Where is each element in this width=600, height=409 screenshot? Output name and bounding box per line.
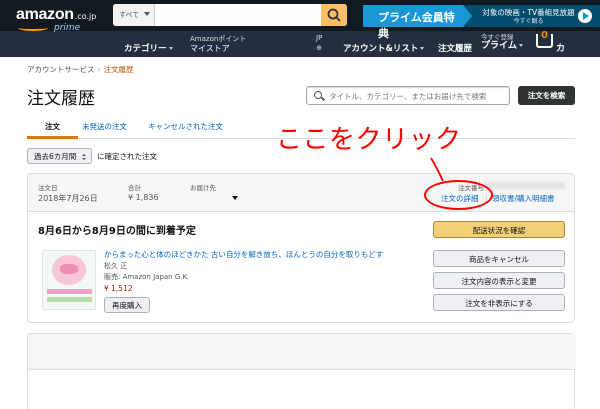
logo-prime-text: prime	[54, 23, 81, 33]
prime-banner[interactable]: プライム会員特典 対象の映画・TV番組見放題 今すぐ観る	[363, 5, 600, 40]
nav-points[interactable]: Amazonポイント マイストア	[190, 34, 246, 54]
prime-banner-text: 対象の映画・TV番組見放題 今すぐ観る	[482, 8, 575, 25]
delivery-status: 8月6日から8月9日の間に到着予定	[38, 226, 196, 237]
breadcrumb-current: 注文履歴	[103, 65, 134, 74]
ship-to-chevron-icon[interactable]	[232, 196, 238, 200]
search-button[interactable]	[321, 4, 347, 26]
chevron-down-icon	[420, 47, 425, 50]
order-total: ¥ 1,836	[128, 193, 159, 202]
order-total-label: 合計	[128, 184, 141, 192]
nav-language[interactable]: JP ⊕	[316, 33, 322, 53]
order-search-button[interactable]: 注文を検索	[518, 86, 575, 105]
tab-unshipped[interactable]: 未発送の注文	[82, 121, 127, 132]
order-card	[27, 333, 576, 409]
search-icon	[327, 8, 341, 22]
order-header	[28, 334, 576, 370]
updown-arrows-icon	[82, 154, 86, 160]
amazon-logo[interactable]: amazon.co.jp prime	[16, 6, 96, 33]
order-date: 2018年7月26日	[38, 194, 98, 203]
order-number-redacted	[483, 182, 565, 189]
cart-count: 0	[541, 30, 548, 41]
product-image[interactable]	[42, 250, 96, 310]
search-icon	[314, 91, 322, 99]
product-author: 松久 正	[104, 262, 128, 270]
search-category-dropdown[interactable]: すべて	[113, 4, 155, 26]
order-search-input[interactable]	[329, 89, 507, 103]
nav-orders[interactable]: 注文履歴	[438, 42, 472, 54]
logo-smile-icon	[18, 25, 48, 31]
chevron-down-icon	[144, 12, 150, 16]
chevron-down-icon	[518, 44, 523, 47]
hide-order-button[interactable]: 注文を非表示にする	[433, 294, 565, 311]
order-header: 注文日 2018年7月26日 合計 ¥ 1,836 お届け先 注文番号 注文の詳…	[28, 174, 574, 212]
receipt-link[interactable]: 領収書/購入明細書	[492, 193, 555, 204]
tab-orders[interactable]: 注文	[45, 121, 60, 132]
nav-prime[interactable]: 今すぐ登録 プライム	[481, 33, 523, 51]
order-date-label: 注文日	[38, 184, 58, 192]
annotation-highlight-oval	[424, 180, 493, 210]
breadcrumb-account-service[interactable]: アカウントサービス	[27, 65, 95, 74]
play-icon	[578, 9, 592, 23]
site-search: すべて	[113, 4, 347, 26]
site-header: amazon.co.jp prime すべて プライム会員特典 対象の映画・TV…	[0, 0, 600, 80]
product-seller: 販売: Amazon Japan G.K.	[104, 273, 190, 281]
globe-icon: ⊕	[316, 44, 323, 52]
cancel-item-button[interactable]: 商品をキャンセル	[433, 250, 565, 267]
view-edit-order-button[interactable]: 注文内容の表示と変更	[433, 272, 565, 289]
page-title: 注文履歴	[27, 89, 95, 109]
active-tab-indicator	[27, 136, 78, 139]
product-title-link[interactable]: からまった心と体のほどきかた 古い自分を解き放ち、ほんとうの自分を取りもどす	[104, 249, 383, 260]
annotation-text: ここをクリック	[276, 125, 462, 155]
track-package-button[interactable]: 配送状況を確認	[433, 221, 565, 238]
tab-cancelled[interactable]: キャンセルされた注文	[148, 121, 223, 132]
breadcrumb: アカウントサービス › 注文履歴	[27, 65, 134, 74]
period-dropdown[interactable]: 過去6カ月間	[27, 148, 92, 164]
period-label: に確定された注文	[97, 152, 157, 161]
nav-category-menu[interactable]: カテゴリー	[124, 42, 173, 54]
order-search-box	[306, 86, 510, 105]
nav-account-lists[interactable]: アカウント&リスト	[343, 42, 425, 54]
chevron-down-icon	[168, 47, 173, 50]
prime-banner-title: プライム会員特典	[363, 5, 472, 40]
order-ship-label: お届け先	[190, 184, 216, 192]
rebuy-button[interactable]: 再度購入	[104, 297, 150, 313]
product-price: ¥ 1,512	[104, 284, 133, 293]
